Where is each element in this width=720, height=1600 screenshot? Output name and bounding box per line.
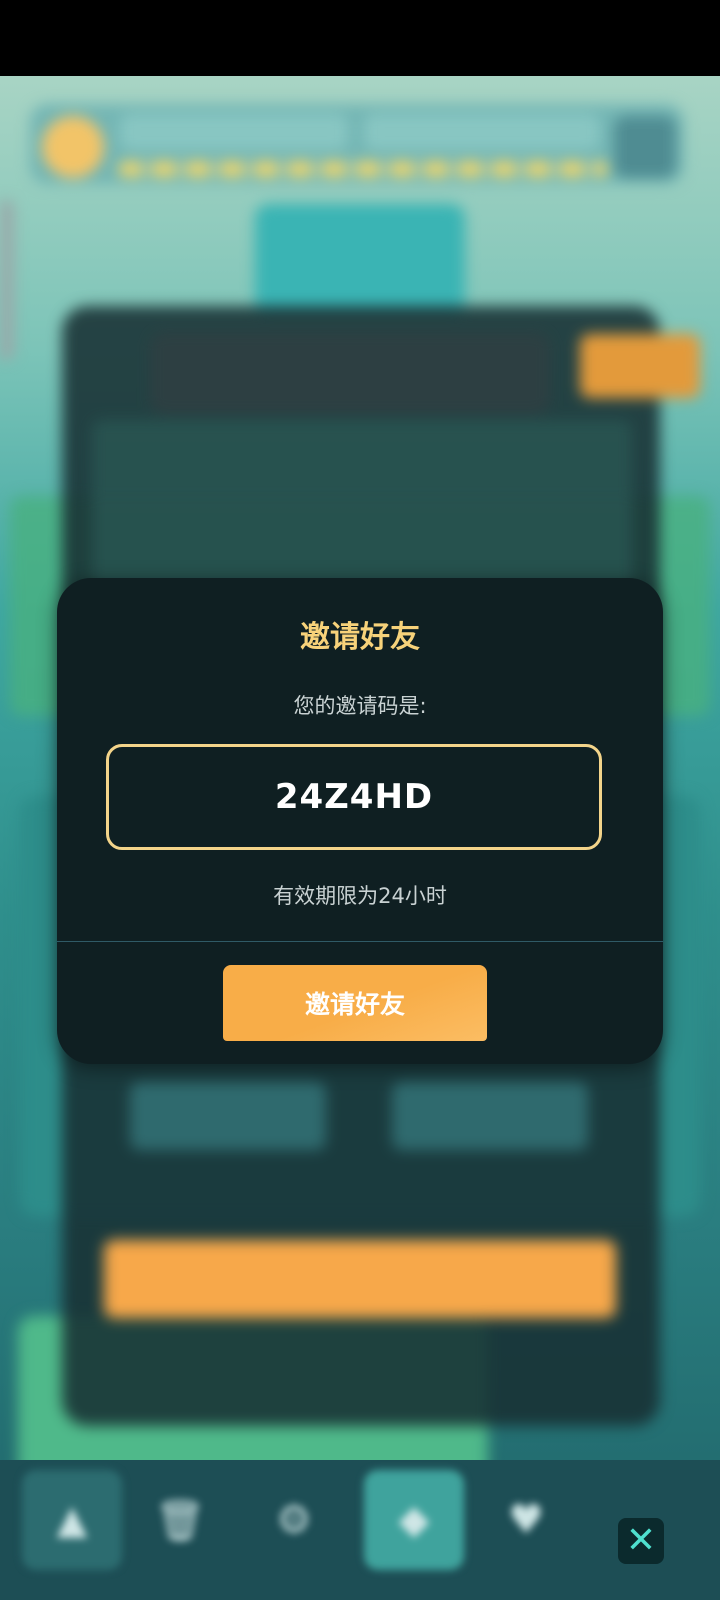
nav-triangle-icon: ▲: [22, 1470, 122, 1570]
nav-gem-icon: ◆: [364, 1470, 464, 1570]
experience-bar: [118, 161, 608, 177]
story-dialog-badge: [580, 334, 700, 398]
task-card: [255, 204, 465, 314]
story-check-button: [130, 1082, 326, 1150]
story-secondary-button: [392, 1082, 588, 1150]
story-dialog-text: [92, 420, 632, 590]
resource-bar-2: [364, 114, 600, 150]
status-bar: [0, 0, 720, 76]
story-invite-button: [104, 1240, 616, 1318]
nav-trash-icon: 🗑: [154, 1497, 206, 1544]
divider: [57, 941, 663, 942]
settings-gear-icon: [614, 116, 676, 178]
nav-gear-icon: ⚙: [276, 1497, 312, 1543]
close-icon[interactable]: ✕: [618, 1518, 664, 1564]
invite-friend-button[interactable]: 邀请好友: [223, 965, 487, 1041]
bottom-nav: ▲ 🗑 ⚙ ◆ ♥: [0, 1460, 720, 1600]
screen: ▲ 🗑 ⚙ ◆ ♥ ✕ 邀请好友 您的邀请码是: 24Z4HD 有效期限为24小…: [0, 0, 720, 1600]
nav-heart-icon: ♥: [508, 1497, 544, 1543]
resource-bar-1: [120, 114, 348, 150]
modal-title: 邀请好友: [300, 620, 420, 655]
side-tab: [0, 200, 14, 360]
invite-friend-modal: 邀请好友 您的邀请码是: 24Z4HD 有效期限为24小时 邀请好友: [57, 578, 663, 1064]
story-dialog-title-bar: [150, 332, 550, 414]
expiry-text: 有效期限为24小时: [273, 884, 447, 908]
player-avatar: [42, 116, 104, 178]
invite-code: 24Z4HD: [274, 777, 434, 817]
invite-code-box[interactable]: 24Z4HD: [106, 744, 602, 850]
invite-code-label: 您的邀请码是:: [293, 694, 427, 718]
